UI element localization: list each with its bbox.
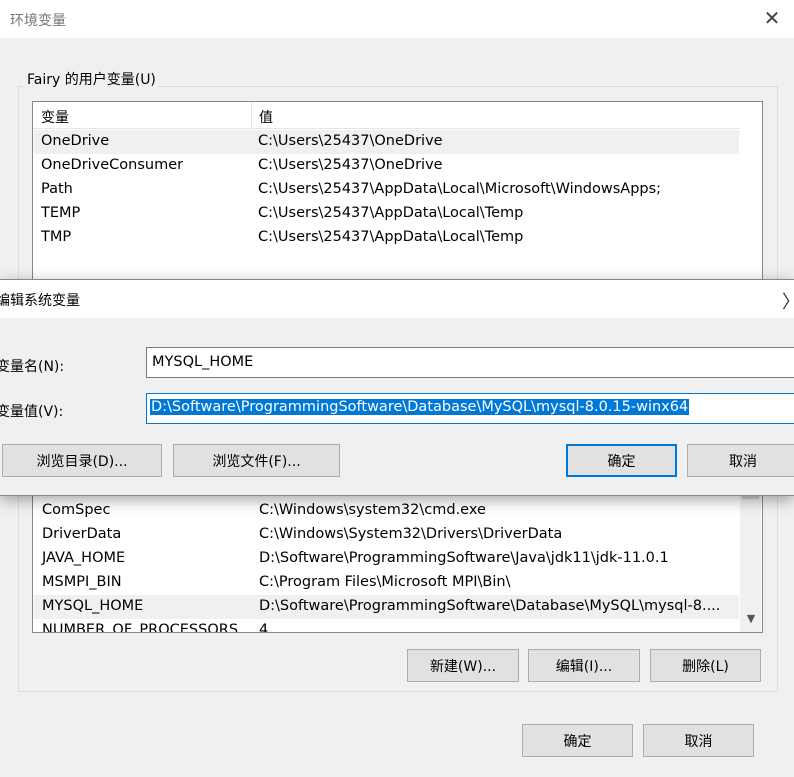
var-name: ComSpec xyxy=(42,502,111,518)
user-vars-header: 变量 值 xyxy=(33,102,740,129)
list-item[interactable]: OneDriveConsumer C:\Users\25437\OneDrive xyxy=(34,154,739,178)
var-name: NUMBER_OF_PROCESSORS xyxy=(42,622,239,633)
list-item[interactable]: OneDrive C:\Users\25437\OneDrive xyxy=(34,130,739,154)
cancel-button[interactable]: 取消 xyxy=(643,724,754,757)
edit-dialog-cancel-button[interactable]: 取消 xyxy=(687,444,794,477)
var-value: C:\Users\25437\AppData\Local\Temp xyxy=(258,205,524,221)
variable-value-text: D:\Software\ProgrammingSoftware\Database… xyxy=(150,399,690,415)
list-item[interactable]: MSMPI_BIN C:\Program Files\Microsoft MPI… xyxy=(34,571,739,595)
list-item[interactable]: NUMBER_OF_PROCESSORS 4 xyxy=(34,619,739,633)
column-divider[interactable] xyxy=(251,102,252,128)
var-name: OneDriveConsumer xyxy=(41,157,184,173)
user-vars-list[interactable]: 变量 值 OneDrive C:\Users\25437\OneDrive On… xyxy=(32,101,763,288)
list-item[interactable]: TMP C:\Users\25437\AppData\Local\Temp xyxy=(34,226,739,250)
variable-value-field[interactable]: D:\Software\ProgrammingSoftware\Database… xyxy=(146,393,794,424)
var-name: JAVA_HOME xyxy=(42,550,126,566)
column-header-name[interactable]: 变量 xyxy=(41,107,69,127)
list-item[interactable]: MYSQL_HOME D:\Software\ProgrammingSoftwa… xyxy=(34,595,739,619)
list-item[interactable]: ComSpec C:\Windows\system32\cmd.exe xyxy=(34,499,739,523)
list-item[interactable]: TEMP C:\Users\25437\AppData\Local\Temp xyxy=(34,202,739,226)
scroll-down-icon[interactable]: ▼ xyxy=(741,612,761,625)
list-item[interactable]: DriverData C:\Windows\System32\Drivers\D… xyxy=(34,523,739,547)
var-value: D:\Software\ProgrammingSoftware\Java\jdk… xyxy=(259,550,669,566)
var-value: C:\Users\25437\OneDrive xyxy=(258,157,443,173)
system-vars-list[interactable]: ComSpec C:\Windows\system32\cmd.exe Driv… xyxy=(32,478,763,633)
delete-button[interactable]: 删除(L) xyxy=(650,649,761,682)
var-value: C:\Users\25437\AppData\Local\Microsoft\W… xyxy=(258,181,662,197)
variable-name-field[interactable]: MYSQL_HOME xyxy=(146,347,794,378)
edit-dialog-title: 编辑系统变量 xyxy=(0,293,80,309)
name-label: 变量名(N): xyxy=(0,359,65,375)
list-item[interactable]: JAVA_HOME D:\Software\ProgrammingSoftwar… xyxy=(34,547,739,571)
var-value: D:\Software\ProgrammingSoftware\Database… xyxy=(259,598,721,614)
edit-button[interactable]: 编辑(I)... xyxy=(528,649,640,682)
var-name: TEMP xyxy=(41,205,81,221)
edit-dialog-title-bar xyxy=(0,280,794,318)
var-name: Path xyxy=(41,181,73,197)
browse-file-button[interactable]: 浏览文件(F)... xyxy=(173,444,340,477)
var-value: C:\Users\25437\OneDrive xyxy=(258,133,443,149)
var-name: MYSQL_HOME xyxy=(42,598,144,614)
var-name: DriverData xyxy=(42,526,122,542)
close-icon[interactable]: ✕ xyxy=(760,4,784,32)
var-name: OneDrive xyxy=(41,133,110,149)
var-value: C:\Program Files\Microsoft MPI\Bin\ xyxy=(259,574,511,590)
browse-directory-button[interactable]: 浏览目录(D)... xyxy=(2,444,162,477)
variable-name-value: MYSQL_HOME xyxy=(152,354,254,370)
edit-dialog-ok-button[interactable]: 确定 xyxy=(566,444,677,477)
window-title-bar xyxy=(0,0,794,38)
edit-dialog-close-icon[interactable]: 〉 xyxy=(782,288,794,314)
new-button[interactable]: 新建(W)... xyxy=(407,649,519,682)
var-name: TMP xyxy=(41,229,72,245)
value-label: 变量值(V): xyxy=(0,404,64,420)
scrollbar[interactable] xyxy=(740,479,761,632)
user-vars-group-label: Fairy 的用户变量(U) xyxy=(24,69,159,89)
ok-button[interactable]: 确定 xyxy=(522,724,633,757)
var-value: C:\Users\25437\AppData\Local\Temp xyxy=(258,229,524,245)
var-name: MSMPI_BIN xyxy=(42,574,122,590)
column-header-value[interactable]: 值 xyxy=(259,107,273,127)
list-item[interactable]: Path C:\Users\25437\AppData\Local\Micros… xyxy=(34,178,739,202)
var-value: 4 xyxy=(259,622,269,633)
var-value: C:\Windows\system32\cmd.exe xyxy=(259,502,486,518)
var-value: C:\Windows\System32\Drivers\DriverData xyxy=(259,526,563,542)
edit-variable-dialog: 编辑系统变量 〉 变量名(N): MYSQL_HOME 变量值(V): D:\S… xyxy=(0,279,794,496)
window-title: 环境变量 xyxy=(10,13,66,29)
